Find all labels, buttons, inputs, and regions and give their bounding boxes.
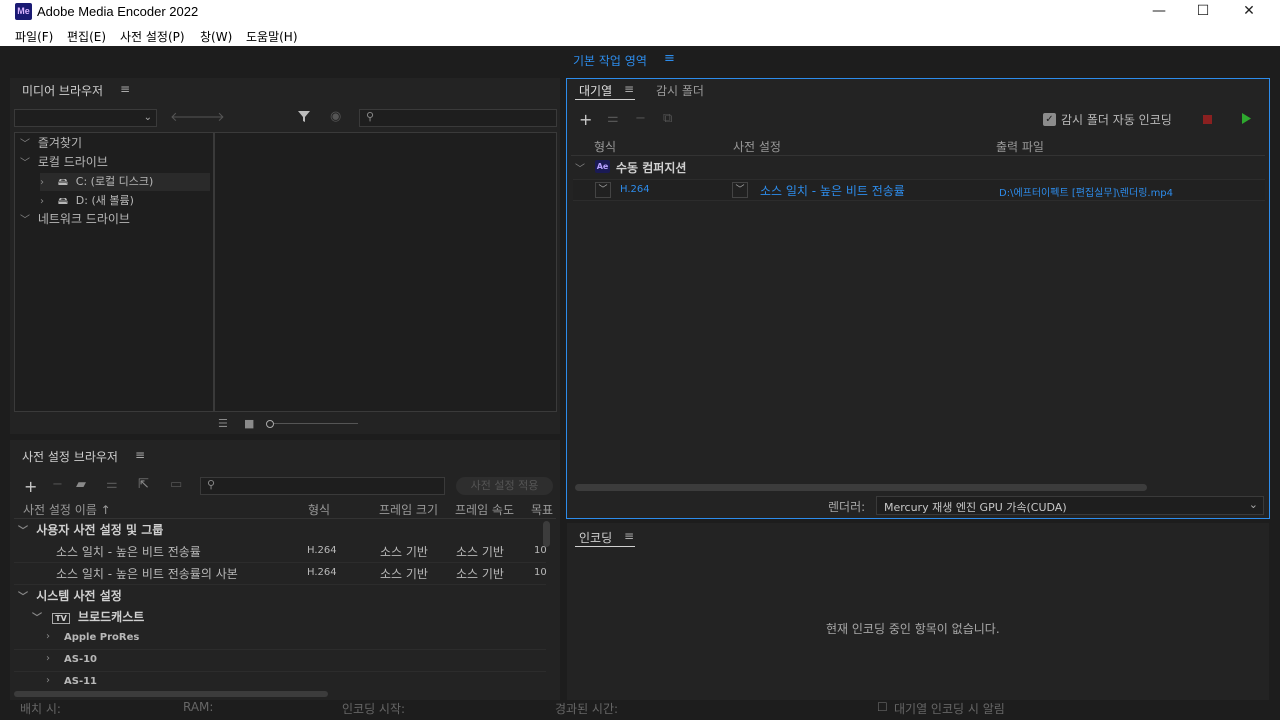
- title-bar: Me Adobe Media Encoder 2022 — ☐ ✕: [0, 0, 1280, 24]
- chevron-right-icon[interactable]: ›: [40, 177, 44, 188]
- col-format[interactable]: 형식: [308, 501, 330, 518]
- user-presets-group[interactable]: ﹀ 사용자 사전 설정 및 그룹: [18, 521, 163, 538]
- filter-icon[interactable]: [297, 109, 311, 127]
- col-preset-name[interactable]: 사전 설정 이름 ↑: [23, 501, 111, 518]
- preset-browser-title[interactable]: 사전 설정 브라우저: [22, 448, 118, 465]
- zoom-slider[interactable]: [266, 420, 358, 428]
- menu-edit[interactable]: 편집(E): [67, 28, 106, 45]
- new-group-icon[interactable]: ▰: [76, 477, 86, 492]
- path-dropdown[interactable]: ⌄: [14, 109, 157, 127]
- chevron-down-icon[interactable]: ﹀: [20, 215, 30, 226]
- chevron-down-icon[interactable]: ﹀: [32, 613, 42, 624]
- active-tab-underline: [575, 546, 635, 547]
- encoding-menu-icon[interactable]: ≡: [624, 529, 634, 543]
- col-target[interactable]: 목표: [531, 501, 553, 518]
- system-presets-group[interactable]: ﹀ 시스템 사전 설정: [18, 587, 122, 604]
- view-icon[interactable]: ◉: [330, 109, 341, 124]
- preset-browser-menu-icon[interactable]: ≡: [135, 448, 145, 462]
- chevron-down-icon: ⌄: [143, 112, 152, 123]
- header-divider: [14, 518, 556, 519]
- preset-horizontal-scrollbar[interactable]: [14, 691, 328, 697]
- chevron-down-icon[interactable]: ﹀: [18, 526, 28, 537]
- preset-browser-panel: 사전 설정 브라우저 ≡ + − ▰ ⚌ ⇱ ▭ ⚲ 사전 설정 적용 사전 설…: [10, 440, 560, 700]
- window-title: Adobe Media Encoder 2022: [37, 4, 199, 19]
- minimize-button[interactable]: —: [1136, 0, 1182, 24]
- icon-view-icon[interactable]: ■: [244, 417, 254, 430]
- preset-vertical-scrollbar[interactable]: [543, 521, 550, 547]
- chevron-down-icon[interactable]: ﹀: [18, 592, 28, 603]
- media-browser-title[interactable]: 미디어 브라우저: [22, 82, 103, 99]
- queue-panel-focus-border: [566, 78, 1270, 519]
- media-browser-menu-icon[interactable]: ≡: [120, 82, 130, 96]
- preset-row[interactable]: 소스 일치 - 높은 비트 전송률의 사본 H.264 소스 기반 소스 기반 …: [14, 563, 547, 585]
- menu-window[interactable]: 창(W): [200, 28, 232, 45]
- chevron-down-icon[interactable]: ﹀: [20, 158, 30, 169]
- app-icon: Me: [15, 3, 32, 20]
- col-frame-rate[interactable]: 프레임 속도: [455, 501, 514, 518]
- close-button[interactable]: ✕: [1226, 0, 1272, 24]
- import-icon[interactable]: ⇱: [138, 477, 149, 492]
- tree-favorites[interactable]: ﹀ 즐겨찾기: [20, 134, 82, 151]
- workspace-menu-icon[interactable]: ≡: [664, 51, 675, 66]
- preset-search-input[interactable]: ⚲: [200, 477, 445, 495]
- menu-preset[interactable]: 사전 설정(P): [120, 28, 185, 45]
- encoding-title[interactable]: 인코딩: [579, 529, 612, 546]
- apply-preset-button[interactable]: 사전 설정 적용: [456, 477, 553, 495]
- tree-drive-d[interactable]: › 🖴 D: (새 볼륨): [40, 192, 210, 210]
- zoom-slider-handle[interactable]: [266, 420, 274, 428]
- chevron-right-icon[interactable]: ›: [46, 675, 50, 686]
- broadcast-group[interactable]: ﹀ TV 브로드캐스트: [32, 608, 144, 625]
- chevron-right-icon[interactable]: ›: [40, 196, 44, 207]
- tree-local-drives[interactable]: ﹀ 로컬 드라이브: [20, 153, 108, 170]
- drive-icon: 🖴: [57, 177, 68, 188]
- list-view-icon[interactable]: ☰: [218, 417, 228, 430]
- encoding-empty-message: 현재 인코딩 중인 항목이 없습니다.: [826, 622, 1000, 636]
- drive-icon: 🖴: [57, 196, 68, 207]
- chevron-right-icon[interactable]: ›: [46, 631, 50, 642]
- chevron-right-icon[interactable]: ›: [46, 653, 50, 664]
- chevron-down-icon[interactable]: ﹀: [20, 139, 30, 150]
- tv-icon: TV: [52, 613, 70, 624]
- menu-bar: 파일(F) 편집(E) 사전 설정(P) 창(W) 도움말(H): [0, 24, 1280, 46]
- maximize-button[interactable]: ☐: [1180, 0, 1226, 24]
- export-icon[interactable]: ▭: [170, 477, 182, 492]
- search-icon: ⚲: [366, 110, 375, 123]
- media-search-input[interactable]: ⚲: [359, 109, 557, 127]
- menu-help[interactable]: 도움말(H): [246, 28, 298, 45]
- search-icon: ⚲: [207, 478, 216, 491]
- file-view: [214, 132, 557, 412]
- tree-drive-c[interactable]: › 🖴 C: (로컬 디스크): [40, 173, 210, 191]
- workspace-bar: 기본 작업 영역 ≡: [0, 46, 1280, 74]
- col-frame-size[interactable]: 프레임 크기: [379, 501, 438, 518]
- media-browser-panel: 미디어 브라우저 ≡ ⌄ 🡐 🡒 ◉ ⚲ ﹀ 즐겨찾기 ﹀ 로컬 드라이브 › …: [10, 78, 560, 434]
- encoding-panel: 인코딩 ≡: [567, 523, 1269, 700]
- tree-network-drives[interactable]: ﹀ 네트워크 드라이브: [20, 210, 130, 227]
- notify-checkbox[interactable]: ☐: [877, 700, 888, 714]
- workspace-label[interactable]: 기본 작업 영역: [573, 52, 647, 69]
- preset-row[interactable]: 소스 일치 - 높은 비트 전송률 H.264 소스 기반 소스 기반 10: [14, 541, 547, 563]
- remove-preset-icon[interactable]: −: [52, 477, 63, 492]
- settings-icon[interactable]: ⚌: [106, 477, 118, 492]
- status-bar: 배치 시: RAM: 인코딩 시작: 경과된 시간: ☐ 대기열 인코딩 시 알…: [0, 700, 1280, 720]
- broadcast-item[interactable]: › AS-10: [14, 650, 546, 672]
- add-preset-icon[interactable]: +: [24, 477, 37, 496]
- forward-arrow-icon[interactable]: 🡒: [190, 109, 225, 125]
- broadcast-item[interactable]: › Apple ProRes: [14, 628, 546, 650]
- menu-file[interactable]: 파일(F): [15, 28, 53, 45]
